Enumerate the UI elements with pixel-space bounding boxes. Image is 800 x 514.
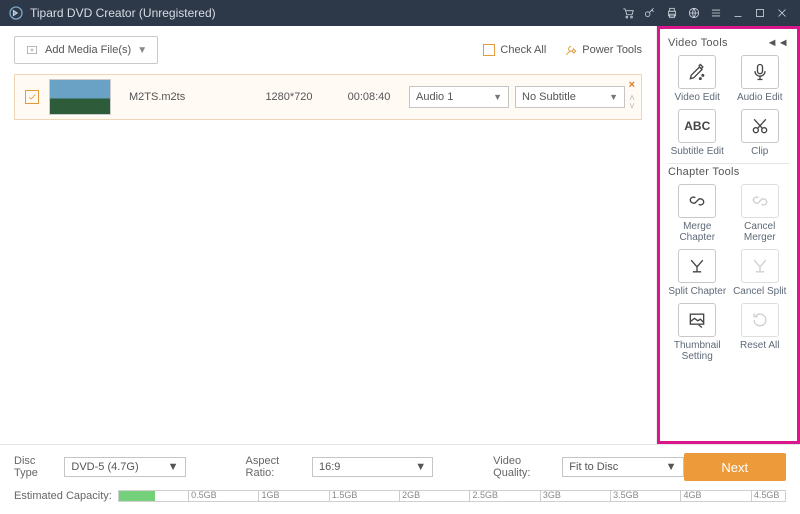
- checkbox-icon: [483, 44, 495, 56]
- merge-label: Merge Chapter: [666, 221, 729, 243]
- split-chapter-button[interactable]: [678, 249, 716, 283]
- disc-type-label: Disc Type: [14, 455, 58, 479]
- reorder-handle[interactable]: ˄˅: [629, 95, 635, 111]
- capacity-bar: 0.5GB 1GB 1.5GB 2GB 2.5GB 3GB 3.5GB 4GB 4.5GB: [118, 487, 786, 505]
- tools-icon: [564, 43, 578, 57]
- audio-edit-button[interactable]: [741, 55, 779, 89]
- minimize-button[interactable]: [728, 3, 748, 23]
- check-all-label: Check All: [500, 44, 546, 56]
- capacity-tick: 1GB: [258, 490, 279, 502]
- capacity-label: Estimated Capacity:: [14, 490, 112, 502]
- disc-type-select[interactable]: DVD-5 (4.7G) ▼: [64, 457, 185, 477]
- main-panel: Add Media File(s) ▼ Check All Power Tool…: [0, 26, 657, 444]
- thumbnail: [49, 79, 111, 115]
- subtitle-edit-label: Subtitle Edit: [671, 146, 724, 157]
- capacity-tick: 3.5GB: [610, 490, 639, 502]
- power-tools-label: Power Tools: [582, 44, 642, 56]
- reset-label: Reset All: [740, 340, 779, 351]
- cart-icon[interactable]: [618, 3, 638, 23]
- remove-row-button[interactable]: ×: [629, 79, 635, 91]
- chapter-tools-header: Chapter Tools: [668, 166, 789, 178]
- capacity-tick: 4GB: [680, 490, 701, 502]
- add-media-label: Add Media File(s): [45, 44, 131, 56]
- add-media-button[interactable]: Add Media File(s) ▼: [14, 36, 158, 64]
- chevron-down-icon: ▼: [168, 461, 179, 473]
- chevron-down-icon: ▼: [493, 92, 502, 102]
- aspect-value: 16:9: [319, 461, 340, 473]
- cancel-split-button[interactable]: [741, 249, 779, 283]
- quality-label: Video Quality:: [493, 455, 556, 479]
- tools-sidebar: Video Tools ◄◄ Video Edit Audio Edit ABC…: [657, 26, 800, 444]
- chevron-down-icon: ▼: [415, 461, 426, 473]
- key-icon[interactable]: [640, 3, 660, 23]
- close-button[interactable]: [772, 3, 792, 23]
- chevron-down-icon: ▼: [137, 45, 147, 56]
- capacity-tick: 3GB: [540, 490, 561, 502]
- collapse-icon[interactable]: ◄◄: [767, 37, 789, 49]
- check-all-toggle[interactable]: Check All: [483, 44, 546, 56]
- chapter-tools-title: Chapter Tools: [668, 166, 740, 178]
- cancel-merge-label: Cancel Merger: [729, 221, 792, 243]
- main-toolbar: Add Media File(s) ▼ Check All Power Tool…: [14, 36, 642, 64]
- reset-all-button[interactable]: [741, 303, 779, 337]
- video-tools-title: Video Tools: [668, 37, 728, 49]
- audio-edit-label: Audio Edit: [737, 92, 783, 103]
- subtitle-select[interactable]: No Subtitle ▼: [515, 86, 625, 108]
- video-edit-label: Video Edit: [675, 92, 720, 103]
- merge-chapter-button[interactable]: [678, 184, 716, 218]
- disc-type-value: DVD-5 (4.7G): [71, 461, 138, 473]
- subtitle-value: No Subtitle: [522, 91, 576, 103]
- thumbnail-setting-button[interactable]: [678, 303, 716, 337]
- audio-value: Audio 1: [416, 91, 453, 103]
- subtitle-edit-button[interactable]: ABC: [678, 109, 716, 143]
- clip-button[interactable]: [741, 109, 779, 143]
- quality-value: Fit to Disc: [569, 461, 618, 473]
- power-tools-button[interactable]: Power Tools: [564, 43, 642, 57]
- plus-icon: [25, 43, 39, 57]
- next-button[interactable]: Next: [684, 453, 786, 481]
- footer: Disc Type DVD-5 (4.7G) ▼ Aspect Ratio: 16…: [0, 444, 800, 514]
- file-name: M2TS.m2ts: [129, 91, 249, 103]
- capacity-tick: 1.5GB: [329, 490, 358, 502]
- titlebar: Tipard DVD Creator (Unregistered): [0, 0, 800, 26]
- capacity-tick: 2GB: [399, 490, 420, 502]
- thumb-label: Thumbnail Setting: [666, 340, 729, 362]
- chevron-down-icon: ▼: [609, 92, 618, 102]
- row-checkbox[interactable]: [25, 90, 39, 104]
- menu-icon[interactable]: [706, 3, 726, 23]
- clip-label: Clip: [751, 146, 768, 157]
- video-quality-select[interactable]: Fit to Disc ▼: [562, 457, 683, 477]
- media-row[interactable]: M2TS.m2ts 1280*720 00:08:40 Audio 1 ▼ No …: [14, 74, 642, 120]
- capacity-tick: 0.5GB: [188, 490, 217, 502]
- globe-icon[interactable]: [684, 3, 704, 23]
- cancel-merge-button[interactable]: [741, 184, 779, 218]
- print-icon[interactable]: [662, 3, 682, 23]
- resolution: 1280*720: [249, 91, 329, 103]
- audio-select[interactable]: Audio 1 ▼: [409, 86, 509, 108]
- window-title: Tipard DVD Creator (Unregistered): [30, 6, 616, 20]
- chevron-down-icon: ▼: [666, 461, 677, 473]
- aspect-label: Aspect Ratio:: [246, 455, 306, 479]
- maximize-button[interactable]: [750, 3, 770, 23]
- abc-icon: ABC: [684, 119, 710, 133]
- aspect-ratio-select[interactable]: 16:9 ▼: [312, 457, 433, 477]
- capacity-tick: 4.5GB: [751, 490, 780, 502]
- cancel-split-label: Cancel Split: [733, 286, 786, 297]
- duration: 00:08:40: [329, 91, 409, 103]
- video-edit-button[interactable]: [678, 55, 716, 89]
- capacity-tick: 2.5GB: [469, 490, 498, 502]
- video-tools-header: Video Tools ◄◄: [668, 37, 789, 49]
- split-label: Split Chapter: [668, 286, 726, 297]
- app-logo-icon: [8, 5, 24, 21]
